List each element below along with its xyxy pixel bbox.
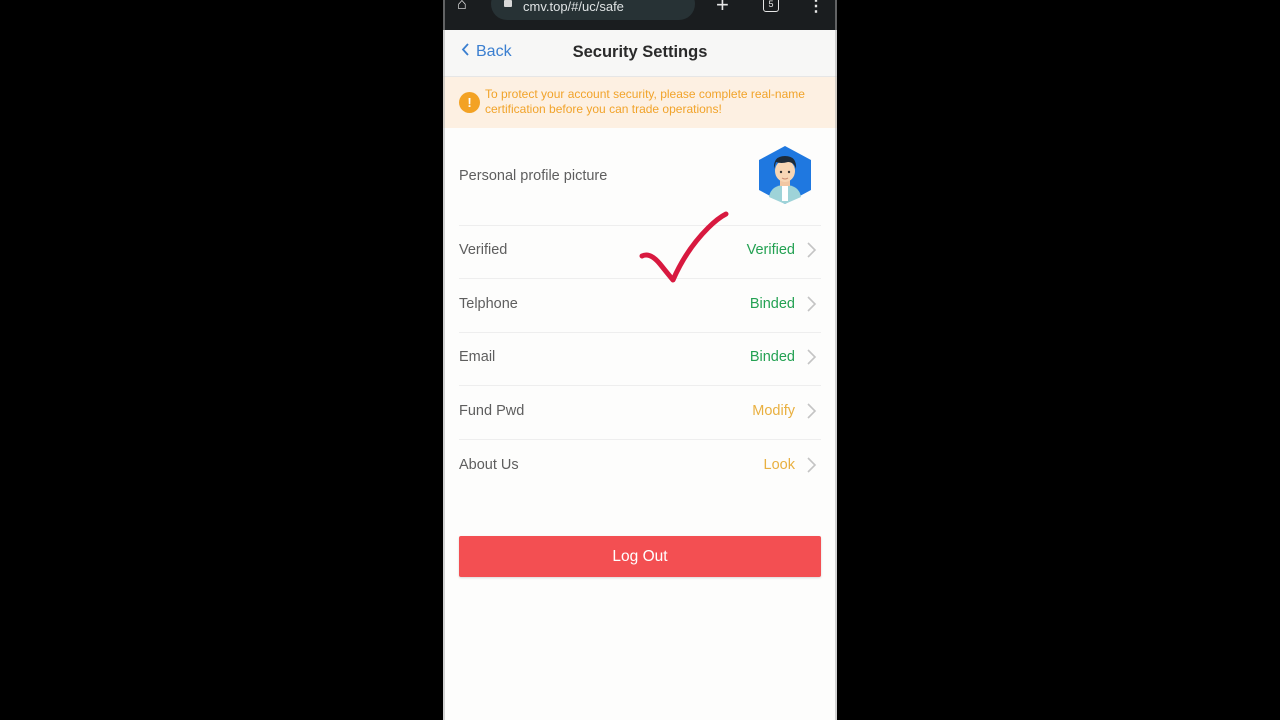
profile-label: Personal profile picture <box>459 168 608 184</box>
phone-screen: ⌂ cmv.top/#/uc/safe + 5 ⋮ Back Security … <box>443 0 837 720</box>
profile-picture-row[interactable]: Personal profile picture <box>459 128 821 226</box>
lock-icon <box>504 0 512 7</box>
row-label: About Us <box>459 457 519 473</box>
url-text: cmv.top/#/uc/safe <box>523 0 624 14</box>
browser-toolbar: ⌂ cmv.top/#/uc/safe + 5 ⋮ <box>443 0 837 30</box>
chevron-right-icon <box>807 296 817 312</box>
settings-row-telphone[interactable]: Telphone Binded <box>459 279 821 333</box>
left-edge <box>443 0 445 720</box>
chevron-right-icon <box>807 457 817 473</box>
avatar[interactable] <box>757 145 813 205</box>
plus-icon[interactable]: + <box>716 0 729 18</box>
right-edge <box>835 0 837 720</box>
status-value: Binded <box>749 349 795 365</box>
tabs-icon[interactable]: 5 <box>763 0 779 12</box>
page-title: Security Settings <box>572 43 708 61</box>
more-vert-icon[interactable]: ⋮ <box>808 0 824 16</box>
notice-text: To protect your account security, please… <box>485 87 805 116</box>
page-header: Back Security Settings <box>443 30 837 77</box>
row-label: Verified <box>459 242 508 258</box>
status-value: Look <box>763 457 795 473</box>
address-bar[interactable]: cmv.top/#/uc/safe <box>491 0 695 20</box>
status-value: Binded <box>749 296 795 312</box>
home-icon[interactable]: ⌂ <box>457 0 477 16</box>
certification-notice: ! To protect your account security, plea… <box>443 77 837 128</box>
settings-row-email[interactable]: Email Binded <box>459 332 821 386</box>
chevron-right-icon <box>807 242 817 258</box>
warning-icon: ! <box>459 92 480 113</box>
settings-row-verified[interactable]: Verified Verified <box>459 225 821 279</box>
status-value: Modify <box>752 403 795 419</box>
row-label: Email <box>459 349 496 365</box>
chevron-right-icon <box>807 403 817 419</box>
row-label: Fund Pwd <box>459 403 525 419</box>
settings-row-fund-pwd[interactable]: Fund Pwd Modify <box>459 386 821 440</box>
row-label: Telphone <box>459 296 518 312</box>
status-value: Verified <box>746 242 795 258</box>
settings-row-about-us[interactable]: About Us Look <box>459 440 821 493</box>
chevron-right-icon <box>807 349 817 365</box>
log-out-button[interactable]: Log Out <box>459 536 821 577</box>
